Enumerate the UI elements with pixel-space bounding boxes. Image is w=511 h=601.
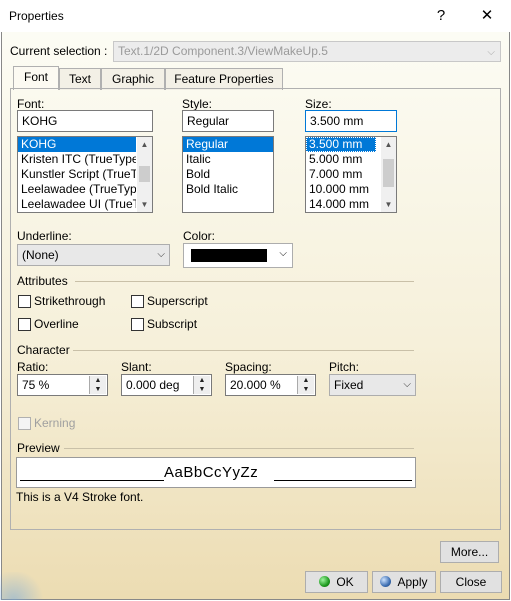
size-list-item[interactable]: 3.500 mm [306,137,376,152]
ok-label: OK [336,575,354,589]
attributes-section-label: Attributes [17,274,68,288]
current-selection-label: Current selection : [10,44,108,58]
ratio-spinner[interactable]: 75 % ▲ ▼ [17,374,108,396]
subscript-label: Subscript [147,317,198,331]
ok-button[interactable]: OK [305,571,368,593]
spin-down-icon[interactable]: ▼ [194,385,210,394]
scroll-thumb[interactable] [383,159,394,187]
subscript-checkbox[interactable] [131,318,144,331]
superscript-checkbox[interactable] [131,295,144,308]
ratio-label: Ratio: [17,360,49,374]
ratio-value: 75 % [22,378,50,392]
slant-spinner[interactable]: 0.000 deg ▲ ▼ [121,374,212,396]
scroll-down-icon[interactable]: ▼ [381,197,396,212]
font-list-item[interactable]: KOHG [18,137,136,152]
superscript-label: Superscript [147,294,208,308]
spin-up-icon[interactable]: ▲ [298,376,314,385]
color-swatch [191,249,267,262]
current-selection-value: Text.1/2D Component.3/ViewMakeUp.5 [118,44,328,58]
font-scrollbar[interactable]: ▲ ▼ [137,137,152,212]
pitch-dropdown[interactable]: Fixed ⌵ [329,374,416,396]
green-dot-icon [319,576,331,587]
blue-dot-icon [380,576,392,587]
overline-checkbox[interactable] [18,318,31,331]
window-title: Properties [9,9,64,23]
size-list-item[interactable]: 14.000 mm [306,197,380,212]
size-listbox[interactable]: 3.500 mm 5.000 mm 7.000 mm 10.000 mm 14.… [305,136,397,213]
strikethrough-label: Strikethrough [34,294,106,308]
preview-box: AaBbCcYyZz [16,457,416,488]
color-picker[interactable]: ⌵ [183,243,293,268]
chevron-down-icon: ⌵ [157,249,165,260]
style-list-item[interactable]: Regular [183,137,273,152]
font-listbox[interactable]: KOHG Kristen ITC (TrueType Kunstler Scri… [17,136,153,213]
character-section-label: Character [17,343,70,357]
corner-decoration [0,572,46,600]
section-divider [64,448,414,449]
chevron-down-icon: ⌵ [279,248,287,259]
underline-dropdown[interactable]: (None) ⌵ [17,244,170,266]
size-input[interactable]: 3.500 mm [305,110,397,132]
font-label: Font: [17,97,45,111]
font-type-note: This is a V4 Stroke font. [16,490,144,504]
chevron-down-icon: ⌵ [403,379,411,390]
scroll-up-icon[interactable]: ▲ [381,137,396,152]
apply-button[interactable]: Apply [372,571,436,593]
font-list-item[interactable]: Kunstler Script (TrueT [18,167,136,182]
tab-font[interactable]: Font [13,66,59,90]
slant-label: Slant: [121,360,152,374]
spin-up-icon[interactable]: ▲ [90,376,106,385]
slant-value: 0.000 deg [126,378,180,392]
size-list-item[interactable]: 10.000 mm [306,182,380,197]
font-list-item[interactable]: Leelawadee (TrueType [18,182,136,197]
style-list-item[interactable]: Bold Italic [183,182,273,197]
chevron-down-icon: ⌵ [487,47,495,58]
help-button[interactable]: ? [418,1,464,31]
preview-sample-text: AaBbCcYyZz [164,465,274,481]
more-button[interactable]: More... [440,541,499,563]
kerning-checkbox [18,417,31,430]
style-input[interactable]: Regular [182,110,274,132]
section-divider [75,281,414,282]
section-divider [73,350,414,351]
font-list-item[interactable]: Leelawadee UI (TrueT [18,197,136,212]
scroll-down-icon[interactable]: ▼ [137,197,152,212]
style-listbox[interactable]: Regular Italic Bold Bold Italic [182,136,274,213]
style-label: Style: [182,97,213,111]
apply-label: Apply [397,575,428,589]
spacing-spinner[interactable]: 20.000 % ▲ ▼ [225,374,316,396]
pitch-label: Pitch: [329,360,360,374]
spacing-label: Spacing: [225,360,272,374]
underline-label: Underline: [17,229,72,243]
underline-value: (None) [22,248,59,262]
spin-down-icon[interactable]: ▼ [90,385,106,394]
size-scrollbar[interactable]: ▲ ▼ [381,137,396,212]
pitch-value: Fixed [334,378,364,392]
size-list-item[interactable]: 7.000 mm [306,167,380,182]
close-button[interactable]: Close [440,571,502,593]
preview-section-label: Preview [17,441,60,455]
font-list-item[interactable]: Kristen ITC (TrueType [18,152,136,167]
scroll-up-icon[interactable]: ▲ [137,137,152,152]
scroll-thumb[interactable] [139,166,150,182]
style-list-item[interactable]: Italic [183,152,273,167]
kerning-label: Kerning [34,416,76,430]
tab-text[interactable]: Text [59,68,101,90]
current-selection-combo: Text.1/2D Component.3/ViewMakeUp.5 ⌵ [113,41,501,62]
size-label: Size: [305,97,332,111]
tab-feature-properties[interactable]: Feature Properties [165,68,283,90]
close-window-button[interactable]: ✕ [464,1,510,31]
size-list-item[interactable]: 5.000 mm [306,152,380,167]
spin-down-icon[interactable]: ▼ [298,385,314,394]
strikethrough-checkbox[interactable] [18,295,31,308]
spin-up-icon[interactable]: ▲ [194,376,210,385]
overline-label: Overline [34,317,79,331]
style-list-item[interactable]: Bold [183,167,273,182]
tab-graphic[interactable]: Graphic [101,68,165,90]
spacing-value: 20.000 % [230,378,281,392]
font-input[interactable]: KOHG [17,110,153,132]
color-label: Color: [183,229,216,243]
